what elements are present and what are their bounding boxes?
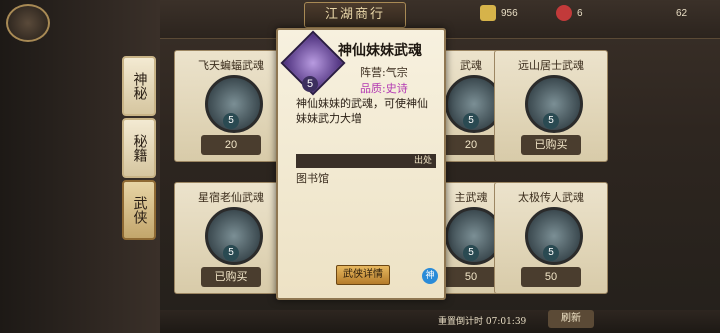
tab-wuxia[interactable]: 武侠: [122, 180, 156, 240]
card-name: 太极传人武魂: [518, 191, 584, 204]
card-price[interactable]: 20: [201, 135, 261, 155]
tab-label: 秘籍: [131, 134, 148, 162]
gem-counter: 6: [556, 4, 583, 22]
card-level: 5: [463, 113, 479, 129]
item-title: 神仙妹妹武魂: [338, 43, 422, 59]
item-source[interactable]: 图书馆: [296, 170, 329, 186]
refresh-button[interactable]: 刷新: [548, 310, 594, 328]
coin-value: 956: [501, 7, 518, 19]
tab-label: 神秘: [131, 72, 148, 100]
card-level: 5: [223, 245, 239, 261]
item-description: 神仙妹妹的武魂，可使神仙妹妹武力大增: [296, 97, 428, 125]
item-detail-popup: 5 神仙妹妹武魂 阵营:气宗 品质:史诗 神仙妹妹的武魂，可使神仙妹妹武力大增 …: [276, 28, 446, 300]
tab-manuals[interactable]: 秘籍: [122, 118, 156, 178]
card-name: 远山居士武魂: [518, 59, 584, 72]
card-level: 5: [543, 245, 559, 261]
card-level: 5: [223, 113, 239, 129]
reset-countdown: 重置倒计时 07:01:39: [438, 317, 527, 327]
item-camp: 阵营:气宗: [360, 66, 408, 79]
card-name: 星宿老仙武魂: [198, 191, 264, 204]
gem-icon: [556, 5, 572, 21]
card-price[interactable]: 50: [521, 267, 581, 287]
back-button[interactable]: [6, 4, 50, 42]
card-price[interactable]: 50: [441, 267, 501, 287]
coin-icon: [480, 5, 496, 21]
card-status: 已购买: [201, 267, 261, 287]
shen-icon[interactable]: 神: [422, 268, 438, 284]
card-level: 5: [543, 113, 559, 129]
tab-label: 武侠: [131, 196, 148, 224]
other-counter: 62: [676, 4, 687, 22]
page-title: 江湖商行: [304, 2, 406, 28]
source-header: 出处: [296, 154, 436, 168]
gem-value: 6: [577, 7, 583, 19]
detail-button[interactable]: 武侠详情: [336, 265, 390, 285]
card-price[interactable]: 20: [441, 135, 501, 155]
shop-card[interactable]: 远山居士武魂 5 已购买: [494, 50, 608, 162]
coin-counter: 956: [480, 4, 518, 22]
shop-card[interactable]: 星宿老仙武魂 5 已购买: [174, 182, 288, 294]
item-level: 5: [302, 76, 318, 92]
tab-mysterious[interactable]: 神秘: [122, 56, 156, 116]
item-quality: 品质:史诗: [360, 82, 408, 95]
shop-card[interactable]: 太极传人武魂 5 50: [494, 182, 608, 294]
shop-card[interactable]: 飞天蝙蝠武魂 5 20: [174, 50, 288, 162]
card-level: 5: [463, 245, 479, 261]
other-value: 62: [676, 7, 688, 19]
card-status: 已购买: [521, 135, 581, 155]
card-name: 飞天蝙蝠武魂: [198, 59, 264, 72]
